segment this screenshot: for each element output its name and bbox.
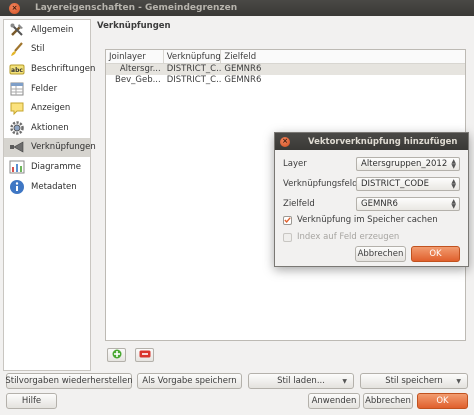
sidebar-item-verknuepfungen[interactable]: Verknüpfungen bbox=[4, 137, 96, 158]
info-icon bbox=[9, 179, 25, 195]
sidebar-item-label: Felder bbox=[31, 83, 58, 94]
help-button[interactable]: Hilfe bbox=[6, 393, 57, 409]
sidebar-item-felder[interactable]: Felder bbox=[4, 79, 90, 99]
load-style-button[interactable]: Stil laden... ▼ bbox=[248, 373, 354, 389]
sidebar-item-beschriftungen[interactable]: abc Beschriftungen bbox=[4, 59, 95, 79]
sidebar-item-allgemein[interactable]: Allgemein bbox=[4, 20, 90, 40]
dialog-cancel-button[interactable]: Abbrechen bbox=[355, 246, 406, 262]
add-vector-join-dialog: × Vektorverknüpfung hinzufügen Layer Alt… bbox=[274, 132, 469, 267]
layer-value: Altersgruppen_2012 bbox=[361, 159, 448, 169]
join-field-label: Verknüpfungsfeld bbox=[283, 179, 358, 189]
fields-icon bbox=[9, 81, 25, 97]
window-titlebar: × Layereigenschaften - Gemeindegrenzen bbox=[0, 0, 474, 16]
save-as-default-button[interactable]: Als Vorgabe speichern bbox=[137, 373, 242, 389]
sidebar-item-label: Metadaten bbox=[31, 181, 77, 192]
sidebar-item-stil[interactable]: Stil bbox=[4, 40, 90, 60]
svg-text:abc: abc bbox=[11, 67, 23, 74]
load-style-label: Stil laden... bbox=[277, 376, 325, 386]
target-field-value: GEMNR6 bbox=[361, 199, 398, 209]
ok-button[interactable]: OK bbox=[417, 393, 468, 409]
dialog-close-button[interactable]: × bbox=[280, 136, 290, 147]
sidebar-item-metadaten[interactable]: Metadaten bbox=[4, 177, 90, 197]
sidebar-item-label: Aktionen bbox=[31, 122, 69, 133]
chart-icon bbox=[9, 159, 25, 175]
cache-join-label: Verknüpfung im Speicher cachen bbox=[297, 215, 438, 225]
sidebar-item-anzeigen[interactable]: Anzeigen bbox=[4, 98, 90, 118]
add-join-button[interactable] bbox=[107, 348, 126, 362]
restore-defaults-button[interactable]: Stilvorgaben wiederherstellen bbox=[5, 373, 133, 389]
join-field-value: DISTRICT_CODE bbox=[361, 179, 429, 189]
sidebar-item-label: Anzeigen bbox=[31, 103, 71, 114]
layer-label: Layer bbox=[283, 159, 307, 169]
sidebar-item-diagramme[interactable]: Diagramme bbox=[4, 157, 90, 177]
sidebar-item-label: Allgemein bbox=[31, 24, 74, 35]
table-cell: DISTRICT_C... bbox=[166, 64, 222, 74]
target-field-label: Zielfeld bbox=[283, 199, 315, 209]
dropdown-arrow-icon: ▼ bbox=[456, 377, 461, 385]
dropdown-arrow-icon: ▼ bbox=[342, 377, 347, 385]
join-field-combobox[interactable]: DISTRICT_CODE ▲ ▼ bbox=[356, 177, 460, 191]
table-cell: GEMNR6 bbox=[224, 64, 262, 74]
window-close-button[interactable]: × bbox=[9, 2, 20, 14]
dialog-title: Vektorverknüpfung hinzufügen bbox=[308, 136, 458, 147]
create-index-checkbox[interactable]: Index auf Feld erzeugen bbox=[283, 232, 399, 242]
sidebar-item-aktionen[interactable]: Aktionen bbox=[4, 118, 90, 138]
join-icon bbox=[9, 139, 25, 155]
gear-icon bbox=[9, 120, 25, 136]
tools-icon bbox=[9, 22, 25, 38]
updown-arrows-icon: ▲ ▼ bbox=[451, 158, 456, 170]
checkbox-checked-icon bbox=[283, 215, 292, 225]
window-title: Layereigenschaften - Gemeindegrenzen bbox=[35, 3, 238, 13]
brush-icon bbox=[9, 41, 25, 57]
apply-button[interactable]: Anwenden bbox=[308, 393, 360, 409]
minus-icon bbox=[139, 350, 151, 361]
sidebar: Allgemein Stil abc Beschriftungen Felder… bbox=[3, 19, 96, 371]
cache-join-checkbox[interactable]: Verknüpfung im Speicher cachen bbox=[283, 215, 438, 225]
remove-join-button[interactable] bbox=[135, 348, 154, 362]
column-header[interactable]: Zielfeld bbox=[221, 50, 465, 63]
column-header[interactable]: Joinlayer bbox=[106, 50, 164, 63]
sidebar-item-label: Verknüpfungen bbox=[31, 142, 96, 153]
tooltip-icon bbox=[9, 100, 25, 116]
save-style-label: Stil speichern bbox=[385, 376, 443, 386]
updown-arrows-icon: ▲ ▼ bbox=[451, 178, 456, 190]
updown-arrows-icon: ▲ ▼ bbox=[451, 198, 456, 210]
table-row[interactable]: Bev_Geb... DISTRICT_C... GEMNR6 bbox=[106, 75, 465, 86]
target-field-combobox[interactable]: GEMNR6 ▲ ▼ bbox=[356, 197, 460, 211]
dialog-ok-button[interactable]: OK bbox=[411, 246, 460, 262]
layer-combobox[interactable]: Altersgruppen_2012 ▲ ▼ bbox=[356, 157, 460, 171]
table-cell: Bev_Geb... bbox=[115, 75, 161, 85]
save-style-button[interactable]: Stil speichern ▼ bbox=[360, 373, 468, 389]
label-abc-icon: abc bbox=[9, 61, 25, 77]
page-title: Verknüpfungen bbox=[97, 21, 171, 31]
checkbox-unchecked-icon bbox=[283, 232, 292, 242]
sidebar-item-label: Diagramme bbox=[31, 161, 82, 172]
table-header: Joinlayer Verknüpfungs Zielfeld bbox=[106, 50, 465, 64]
sidebar-item-label: Beschriftungen bbox=[31, 63, 96, 74]
cancel-button[interactable]: Abbrechen bbox=[363, 393, 413, 409]
table-row[interactable]: Altersgr... DISTRICT_C... GEMNR6 bbox=[106, 64, 465, 75]
plus-icon bbox=[112, 349, 122, 362]
table-cell: GEMNR6 bbox=[224, 75, 262, 85]
dialog-titlebar: × Vektorverknüpfung hinzufügen bbox=[275, 133, 468, 150]
create-index-label: Index auf Feld erzeugen bbox=[297, 232, 400, 242]
sidebar-item-label: Stil bbox=[31, 44, 45, 55]
column-header[interactable]: Verknüpfungs bbox=[164, 50, 222, 63]
table-cell: Altersgr... bbox=[119, 64, 161, 74]
table-cell: DISTRICT_C... bbox=[166, 75, 222, 85]
